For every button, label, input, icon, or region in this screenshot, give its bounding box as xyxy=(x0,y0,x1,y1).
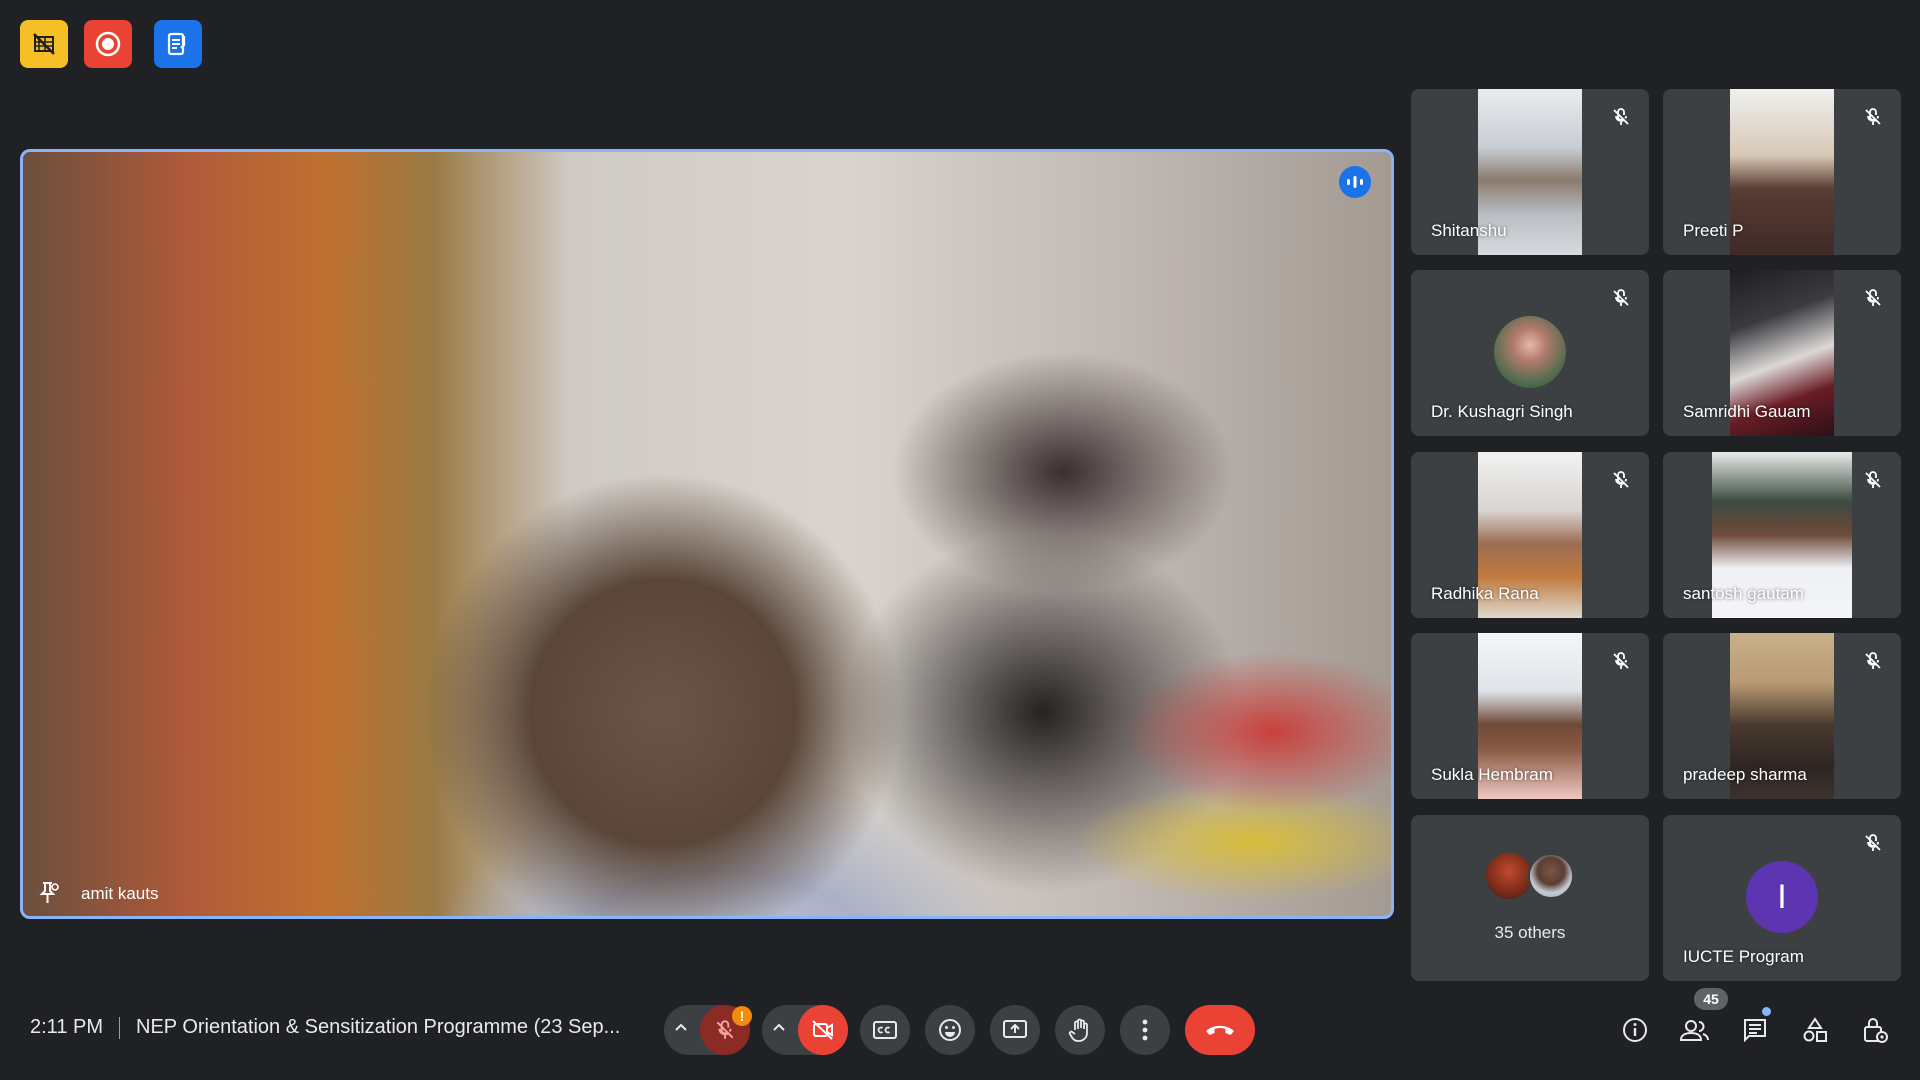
captions-icon xyxy=(873,1021,897,1039)
chevron-up-icon[interactable] xyxy=(770,1019,788,1042)
participant-name: pradeep sharma xyxy=(1683,765,1807,784)
mic-off-icon xyxy=(716,1020,734,1039)
chat-icon xyxy=(1744,1019,1766,1043)
chat-notification-dot xyxy=(1762,1007,1771,1016)
participant-name: Sukla Hembram xyxy=(1431,765,1553,784)
present-screen-button[interactable] xyxy=(990,1005,1040,1055)
mic-muted-icon xyxy=(1865,834,1881,851)
others-avatar xyxy=(1528,853,1574,899)
mic-muted-icon xyxy=(1865,108,1881,125)
hand-icon xyxy=(1068,1018,1088,1042)
host-controls-lock-icon xyxy=(1864,1018,1888,1043)
participant-name: IUCTE Program xyxy=(1683,947,1804,966)
clock-time: 2:11 PM xyxy=(30,1016,103,1038)
no-video-layout-button[interactable] xyxy=(20,20,68,68)
participant-name: Shitanshu xyxy=(1431,221,1507,240)
participant-tile[interactable]: santosh gautam xyxy=(1663,452,1901,618)
reactions-button[interactable] xyxy=(925,1005,975,1055)
participant-tile[interactable]: Radhika Rana xyxy=(1411,452,1649,618)
camera-control-group[interactable] xyxy=(762,1005,848,1055)
activities-button[interactable] xyxy=(1795,1010,1835,1050)
main-speaker-video[interactable]: amit kauts xyxy=(20,149,1394,919)
participant-count-badge: 45 xyxy=(1694,988,1728,1010)
mic-muted-icon xyxy=(1865,289,1881,306)
participant-tile[interactable]: Dr. Kushagri Singh xyxy=(1411,270,1649,436)
chevron-up-icon[interactable] xyxy=(672,1019,690,1042)
recording-button[interactable] xyxy=(84,20,132,68)
people-button[interactable] xyxy=(1675,1010,1715,1050)
meeting-info: 2:11 PM NEP Orientation & Sensitization … xyxy=(30,1016,620,1039)
meeting-details-button[interactable] xyxy=(1615,1010,1655,1050)
raise-hand-button[interactable] xyxy=(1055,1005,1105,1055)
participant-name: Preeti P xyxy=(1683,221,1744,240)
no-video-layout-icon xyxy=(33,33,55,55)
participant-name: Samridhi Gauam xyxy=(1683,402,1811,421)
mic-muted-icon xyxy=(1865,471,1881,488)
participant-name: Radhika Rana xyxy=(1431,584,1539,603)
speaking-indicator-icon xyxy=(1339,166,1371,198)
more-vert-icon xyxy=(1142,1019,1148,1041)
participant-name: santosh gautam xyxy=(1683,584,1804,603)
captions-button[interactable] xyxy=(860,1005,910,1055)
camera-off-button[interactable] xyxy=(798,1005,848,1055)
transcript-button[interactable] xyxy=(154,20,202,68)
main-speaker-name: amit kauts xyxy=(81,884,159,903)
people-icon xyxy=(1679,1020,1709,1041)
pin-icon[interactable] xyxy=(37,880,61,906)
mic-muted-icon xyxy=(1613,471,1629,488)
emoji-icon xyxy=(939,1019,961,1041)
shapes-icon xyxy=(1803,1017,1827,1042)
hang-up-icon xyxy=(1206,1025,1234,1035)
chat-button[interactable] xyxy=(1735,1010,1775,1050)
participant-tile[interactable]: Shitanshu xyxy=(1411,89,1649,255)
mic-muted-icon xyxy=(1613,108,1629,125)
info-icon xyxy=(1623,1018,1647,1042)
participant-video xyxy=(1730,89,1834,255)
participant-tile[interactable]: pradeep sharma xyxy=(1663,633,1901,799)
host-controls-button[interactable] xyxy=(1855,1010,1895,1050)
participant-tile[interactable]: Samridhi Gauam xyxy=(1663,270,1901,436)
mic-muted-icon xyxy=(1613,652,1629,669)
camera-off-icon xyxy=(812,1020,833,1040)
mic-muted-icon xyxy=(1865,652,1881,669)
leave-call-button[interactable] xyxy=(1185,1005,1255,1055)
divider xyxy=(119,1016,120,1039)
participant-name: Dr. Kushagri Singh xyxy=(1431,402,1573,421)
mic-muted-icon xyxy=(1613,289,1629,306)
participant-tile[interactable]: Sukla Hembram xyxy=(1411,633,1649,799)
others-tile[interactable]: 35 others xyxy=(1411,815,1649,981)
participant-avatar xyxy=(1494,316,1566,388)
recording-icon xyxy=(95,31,121,57)
meeting-title: NEP Orientation & Sensitization Programm… xyxy=(136,1016,621,1038)
participant-tile[interactable]: I IUCTE Program xyxy=(1663,815,1901,981)
others-avatar xyxy=(1486,853,1532,899)
mic-warning-badge: ! xyxy=(732,1006,752,1026)
more-options-button[interactable] xyxy=(1120,1005,1170,1055)
participant-avatar: I xyxy=(1746,861,1818,933)
others-count-label: 35 others xyxy=(1494,923,1566,942)
transcript-icon xyxy=(167,32,186,56)
participant-tile[interactable]: Preeti P xyxy=(1663,89,1901,255)
present-screen-icon xyxy=(1003,1020,1027,1038)
